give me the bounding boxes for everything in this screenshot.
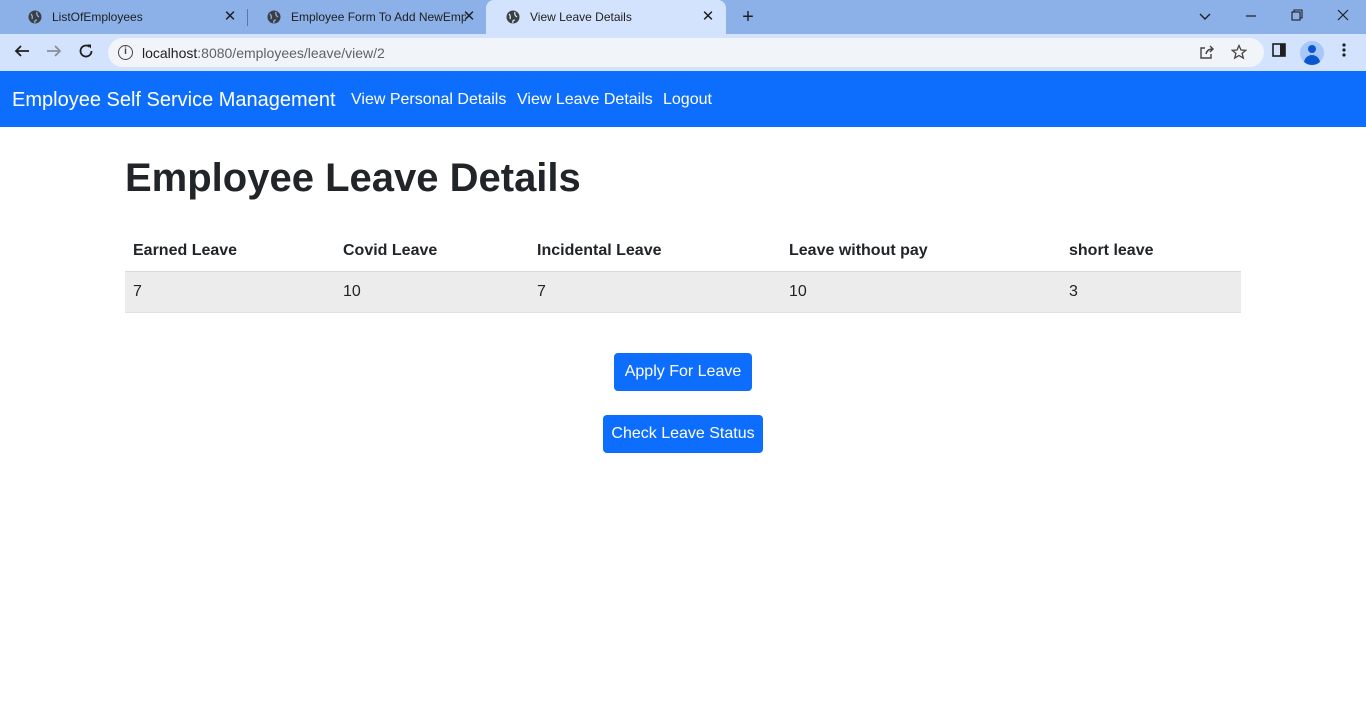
restore-icon — [1291, 9, 1303, 21]
cell-leave-without-pay: 10 — [781, 271, 1061, 313]
globe-icon — [267, 10, 281, 24]
window-close-icon — [1337, 9, 1349, 21]
browser-tab-strip: ListOfEmployees ✕ Employee Form To Add N… — [0, 0, 1366, 34]
star-icon — [1230, 43, 1248, 60]
back-icon[interactable] — [10, 41, 34, 65]
chevron-down-icon[interactable] — [1193, 5, 1217, 27]
header-leave-without-pay: Leave without pay — [781, 231, 1061, 272]
share-icon — [1200, 45, 1214, 59]
url-path: :8080/employees/leave/view/2 — [197, 45, 385, 61]
minimize-icon[interactable] — [1239, 5, 1263, 27]
globe-icon — [28, 10, 42, 24]
tab-view-leave-details[interactable]: View Leave Details ✕ — [486, 0, 726, 34]
table-row: 7 10 7 10 3 — [125, 271, 1241, 313]
cell-earned-leave: 7 — [125, 271, 335, 313]
forward-icon — [47, 45, 62, 57]
menu-icon[interactable] — [1333, 42, 1355, 64]
window-close-icon[interactable] — [1331, 5, 1355, 27]
url-host: localhost — [142, 45, 198, 61]
tab-list-of-employees[interactable]: ListOfEmployees ✕ — [8, 0, 248, 34]
browser-toolbar: i localhost:8080/employees/leave/view/2 — [0, 34, 1366, 71]
close-icon[interactable]: ✕ — [222, 9, 238, 25]
chevron-down-icon — [1199, 13, 1211, 20]
back-icon — [14, 45, 29, 57]
cell-covid-leave: 10 — [335, 271, 529, 313]
header-short-leave: short leave — [1061, 231, 1241, 272]
cell-incidental-leave: 7 — [529, 271, 781, 313]
header-covid-leave: Covid Leave — [335, 231, 529, 272]
reload-icon[interactable] — [74, 41, 98, 65]
minimize-icon — [1246, 15, 1256, 17]
leave-table: Earned Leave Covid Leave Incidental Leav… — [125, 231, 1241, 313]
reload-icon — [79, 44, 93, 58]
check-leave-status-button[interactable]: Check Leave Status — [603, 415, 763, 453]
star-icon[interactable] — [1230, 43, 1248, 62]
apply-for-leave-button[interactable]: Apply For Leave — [614, 353, 752, 391]
cell-short-leave: 3 — [1061, 271, 1241, 313]
share-icon[interactable] — [1198, 44, 1216, 62]
forward-icon[interactable] — [42, 41, 66, 65]
navbar-brand[interactable]: Employee Self Service Management — [12, 89, 336, 111]
sidepanel-icon[interactable] — [1268, 42, 1290, 64]
plus-icon[interactable]: + — [737, 6, 759, 28]
address-bar[interactable]: i localhost:8080/employees/leave/view/2 — [108, 38, 1264, 67]
restore-icon[interactable] — [1285, 5, 1309, 27]
globe-icon — [506, 10, 520, 24]
tab-title: ListOfEmployees — [52, 10, 143, 24]
profile-icon[interactable] — [1300, 41, 1324, 65]
url-text[interactable]: localhost:8080/employees/leave/view/2 — [142, 45, 385, 61]
nav-link-leave-details[interactable]: View Leave Details — [517, 90, 653, 110]
nav-link-logout[interactable]: Logout — [663, 90, 712, 110]
page-title: Employee Leave Details — [125, 156, 581, 200]
header-earned-leave: Earned Leave — [125, 231, 335, 272]
tab-employee-form[interactable]: Employee Form To Add NewEmp ✕ — [247, 0, 487, 34]
sidepanel-icon — [1272, 43, 1286, 57]
info-icon[interactable]: i — [118, 45, 133, 60]
nav-link-personal-details[interactable]: View Personal Details — [351, 90, 506, 110]
tab-title: View Leave Details — [530, 10, 632, 24]
close-icon[interactable]: ✕ — [461, 9, 477, 25]
close-icon[interactable]: ✕ — [700, 9, 716, 25]
app-navbar: Employee Self Service Management View Pe… — [0, 71, 1366, 127]
tab-title: Employee Form To Add NewEmp — [291, 10, 466, 24]
menu-icon — [1342, 43, 1346, 57]
header-incidental-leave: Incidental Leave — [529, 231, 781, 272]
table-header-row: Earned Leave Covid Leave Incidental Leav… — [125, 231, 1241, 272]
